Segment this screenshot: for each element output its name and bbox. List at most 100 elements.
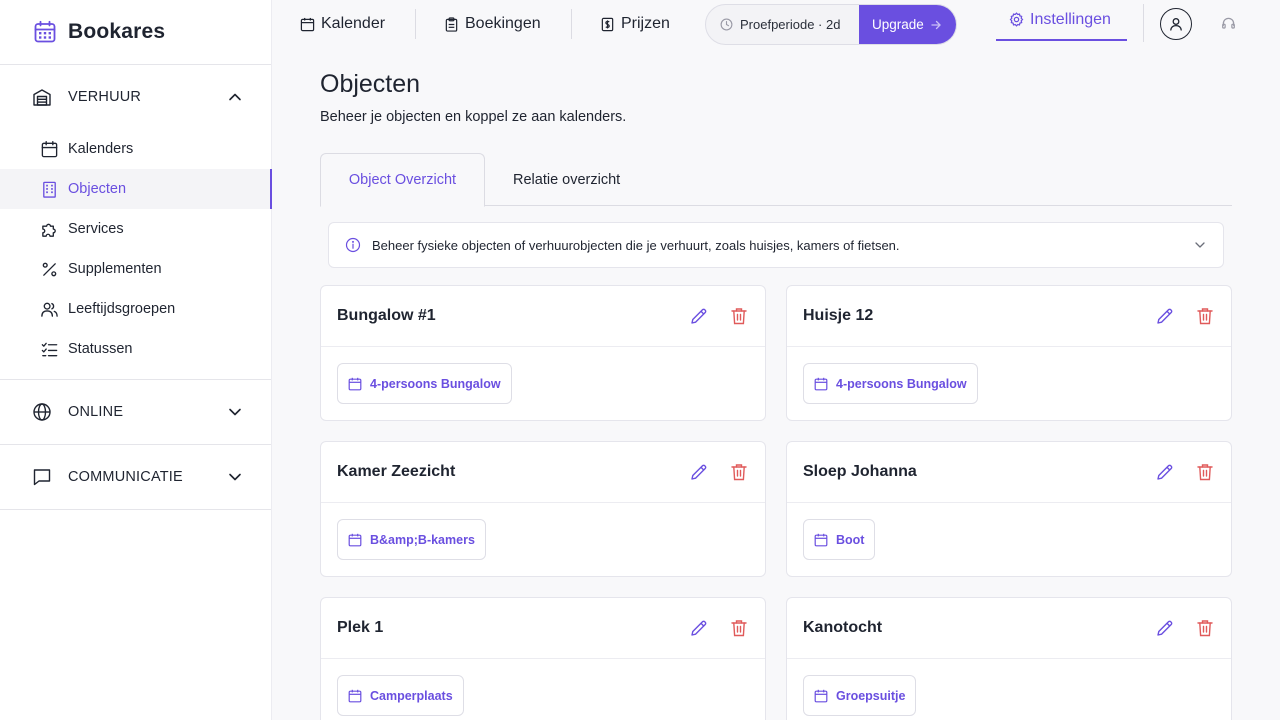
calendar-icon <box>300 17 315 31</box>
delete-trash-icon[interactable] <box>729 306 749 326</box>
object-grid: Bungalow #1 4-persoons Bungalow Huisje 1… <box>320 285 1232 720</box>
calendar-icon <box>348 377 362 390</box>
edit-pencil-icon[interactable] <box>689 306 709 326</box>
calendar-chip[interactable]: 4-persoons Bungalow <box>803 363 978 404</box>
arrow-right-icon <box>931 20 941 29</box>
sidebar-section-online[interactable]: ONLINE <box>0 380 271 444</box>
nav-label: Boekingen <box>465 15 541 32</box>
object-card: Plek 1 Camperplaats <box>320 597 766 720</box>
chevron-up-icon <box>229 93 241 101</box>
delete-trash-icon[interactable] <box>729 462 749 482</box>
user-avatar-button[interactable] <box>1160 8 1192 40</box>
delete-trash-icon[interactable] <box>1195 618 1215 638</box>
card-header: Kamer Zeezicht <box>321 442 765 503</box>
calendar-logo-icon <box>34 20 56 43</box>
card-header: Bungalow #1 <box>321 286 765 347</box>
calendar-chip-label: Groepsuitje <box>836 688 906 703</box>
puzzle-icon <box>42 223 56 237</box>
sidebar-section-label: COMMUNICATIE <box>68 469 183 485</box>
edit-pencil-icon[interactable] <box>689 618 709 638</box>
trial-badge: Proefperiode · 2d Upgrade <box>705 4 957 45</box>
calendar-chip[interactable]: Camperplaats <box>337 675 464 716</box>
users-icon <box>41 302 58 317</box>
brand-name: Bookares <box>68 20 166 43</box>
calendar-chip-label: 4-persoons Bungalow <box>836 376 967 391</box>
upgrade-button[interactable]: Upgrade <box>859 5 956 44</box>
delete-trash-icon[interactable] <box>1195 462 1215 482</box>
object-card: Huisje 12 4-persoons Bungalow <box>786 285 1232 421</box>
brand[interactable]: Bookares <box>0 0 271 65</box>
online-section-wrap: ONLINE <box>0 380 271 445</box>
calendar-chip[interactable]: Groepsuitje <box>803 675 917 716</box>
headset-icon[interactable] <box>1221 16 1236 31</box>
calendar-chip-label: Camperplaats <box>370 688 453 703</box>
building-icon <box>43 181 56 198</box>
object-name: Plek 1 <box>337 619 384 636</box>
tab-object-overzicht[interactable]: Object Overzicht <box>320 153 485 207</box>
calendar-icon <box>348 533 362 546</box>
nav-boekingen[interactable]: Boekingen <box>444 0 541 48</box>
sidebar-section-communicatie[interactable]: COMMUNICATIE <box>0 445 271 509</box>
page-title: Objecten <box>320 70 421 98</box>
card-header: Kanotocht <box>787 598 1231 659</box>
card-body: B&amp;B-kamers <box>321 503 765 576</box>
object-card: Kamer Zeezicht B&amp;B-kamers <box>320 441 766 577</box>
verhuur-subnav: Kalenders Objecten Services Supplementen… <box>0 129 272 380</box>
sidebar-item-leeftijdsgroepen[interactable]: Leeftijdsgroepen <box>0 289 271 329</box>
clock-icon <box>720 18 733 31</box>
edit-pencil-icon[interactable] <box>689 462 709 482</box>
info-text: Beheer fysieke objecten of verhuurobject… <box>372 237 900 253</box>
info-banner[interactable]: Beheer fysieke objecten of verhuurobject… <box>328 222 1224 268</box>
sidebar-item-kalenders[interactable]: Kalenders <box>0 129 271 169</box>
calendar-icon <box>41 140 58 157</box>
card-header: Huisje 12 <box>787 286 1231 347</box>
object-card: Bungalow #1 4-persoons Bungalow <box>320 285 766 421</box>
card-header: Sloep Johanna <box>787 442 1231 503</box>
sidebar-item-label: Kalenders <box>68 141 134 157</box>
object-card: Kanotocht Groepsuitje <box>786 597 1232 720</box>
calendar-icon <box>814 689 828 702</box>
sidebar-item-supplementen[interactable]: Supplementen <box>0 249 271 289</box>
sidebar-item-services[interactable]: Services <box>0 209 271 249</box>
object-name: Huisje 12 <box>803 307 874 324</box>
object-name: Bungalow #1 <box>337 307 436 324</box>
delete-trash-icon[interactable] <box>729 618 749 638</box>
object-name: Kanotocht <box>803 619 883 636</box>
checklist-icon <box>41 342 58 356</box>
nav-prijzen[interactable]: Prijzen <box>600 0 670 48</box>
page-subtitle: Beheer je objecten en koppel ze aan kale… <box>320 109 627 125</box>
sidebar-item-label: Services <box>68 221 124 237</box>
gear-icon <box>1009 12 1024 27</box>
tab-relatie-overzicht[interactable]: Relatie overzicht <box>513 153 620 206</box>
card-body: Boot <box>787 503 1231 576</box>
calendar-icon <box>814 533 828 546</box>
nav-kalender[interactable]: Kalender <box>300 0 385 48</box>
nav-divider <box>571 9 572 39</box>
calendar-chip[interactable]: B&amp;B-kamers <box>337 519 486 560</box>
sidebar-item-objecten[interactable]: Objecten <box>0 169 272 209</box>
calendar-icon <box>348 689 362 702</box>
edit-pencil-icon[interactable] <box>1155 618 1175 638</box>
card-body: Camperplaats <box>321 659 765 720</box>
edit-pencil-icon[interactable] <box>1155 462 1175 482</box>
edit-pencil-icon[interactable] <box>1155 306 1175 326</box>
sidebar-item-label: Statussen <box>68 341 133 357</box>
object-card: Sloep Johanna Boot <box>786 441 1232 577</box>
calendar-chip[interactable]: 4-persoons Bungalow <box>337 363 512 404</box>
card-body: Groepsuitje <box>787 659 1231 720</box>
sidebar-section-label: ONLINE <box>68 404 124 420</box>
object-name: Sloep Johanna <box>803 463 917 480</box>
info-icon <box>345 237 361 253</box>
delete-trash-icon[interactable] <box>1195 306 1215 326</box>
sidebar-item-statussen[interactable]: Statussen <box>0 329 271 369</box>
nav-divider <box>1143 4 1144 42</box>
clipboard-icon <box>445 16 458 32</box>
calendar-chip[interactable]: Boot <box>803 519 876 560</box>
globe-icon <box>33 403 51 421</box>
main-content: Objecten Beheer je objecten en koppel ze… <box>320 48 1232 720</box>
nav-instellingen[interactable]: Instellingen <box>996 0 1127 41</box>
settings-label: Instellingen <box>1030 10 1111 28</box>
nav-label: Kalender <box>321 15 386 32</box>
calendar-chip-label: B&amp;B-kamers <box>370 532 475 547</box>
sidebar-section-verhuur[interactable]: VERHUUR <box>0 65 271 129</box>
